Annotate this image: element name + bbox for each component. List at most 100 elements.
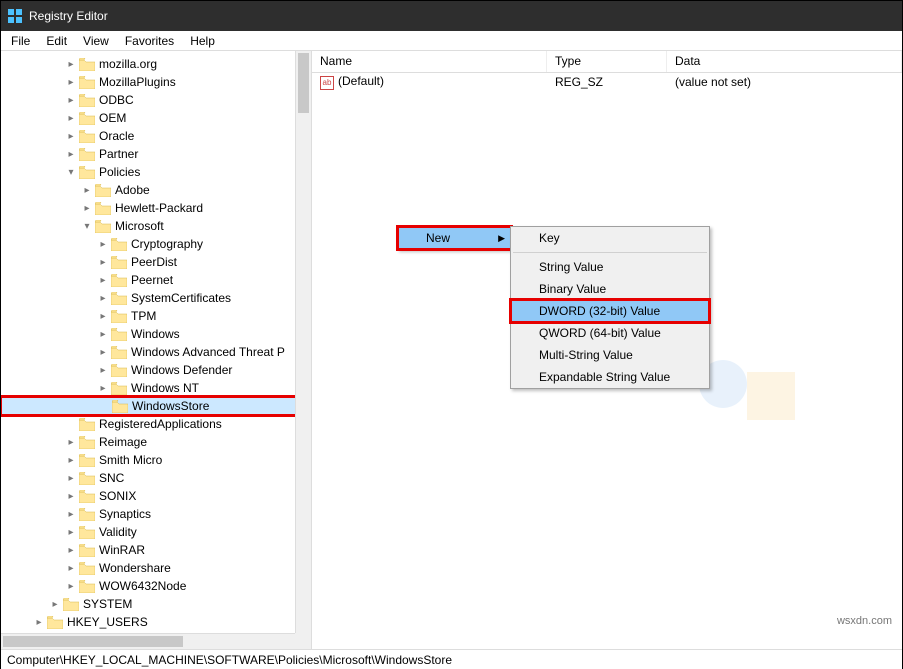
tree-expander-closed[interactable] <box>65 113 77 124</box>
tree-item[interactable]: Oracle <box>1 127 311 145</box>
list-body[interactable]: ab(Default) REG_SZ (value not set) <box>312 73 902 91</box>
tree-expander-closed[interactable] <box>65 95 77 106</box>
menu-help[interactable]: Help <box>182 32 223 50</box>
tree-expander-closed[interactable] <box>65 455 77 466</box>
context-menu-item[interactable]: New▶ <box>398 227 511 249</box>
tree-expander-closed[interactable] <box>97 347 109 358</box>
tree-expander-closed[interactable] <box>65 149 77 160</box>
tree-expander-open[interactable] <box>65 167 77 178</box>
tree-item[interactable]: Partner <box>1 145 311 163</box>
tree-expander-closed[interactable] <box>97 329 109 340</box>
folder-icon <box>95 184 111 197</box>
tree-item[interactable]: SONIX <box>1 487 311 505</box>
tree-item[interactable]: MozillaPlugins <box>1 73 311 91</box>
context-menu-item[interactable]: QWORD (64-bit) Value <box>511 322 709 344</box>
tree-item[interactable]: Windows Advanced Threat P <box>1 343 311 361</box>
tree-item[interactable]: Reimage <box>1 433 311 451</box>
tree-scrollbar-horizontal[interactable] <box>1 633 295 649</box>
tree-item-label: OEM <box>99 111 126 125</box>
tree-item[interactable]: ODBC <box>1 91 311 109</box>
tree-expander-closed[interactable] <box>65 437 77 448</box>
context-submenu-new[interactable]: Key String ValueBinary ValueDWORD (32-bit… <box>510 226 710 389</box>
context-menu-item[interactable]: Expandable String Value <box>511 366 709 388</box>
tree-item[interactable]: SystemCertificates <box>1 289 311 307</box>
tree-expander-closed[interactable] <box>65 77 77 88</box>
tree-item[interactable]: Adobe <box>1 181 311 199</box>
tree-item[interactable]: Smith Micro <box>1 451 311 469</box>
column-header-name[interactable]: Name <box>312 51 547 72</box>
string-value-icon: ab <box>320 76 334 90</box>
menu-view[interactable]: View <box>75 32 117 50</box>
tree-item[interactable]: SNC <box>1 469 311 487</box>
menu-edit[interactable]: Edit <box>38 32 75 50</box>
tree-expander-open[interactable] <box>81 221 93 232</box>
tree-expander-closed[interactable] <box>65 473 77 484</box>
tree-item-label: mozilla.org <box>99 57 157 71</box>
menubar: File Edit View Favorites Help <box>1 31 902 51</box>
tree-expander-closed[interactable] <box>49 599 61 610</box>
tree-item[interactable]: TPM <box>1 307 311 325</box>
context-menu-item[interactable]: DWORD (32-bit) Value <box>511 300 709 322</box>
menu-favorites[interactable]: Favorites <box>117 32 182 50</box>
tree-expander-closed[interactable] <box>65 545 77 556</box>
context-menu-item[interactable]: Binary Value <box>511 278 709 300</box>
tree-item[interactable]: mozilla.org <box>1 55 311 73</box>
tree-expander-closed[interactable] <box>65 527 77 538</box>
tree-expander-closed[interactable] <box>33 617 45 628</box>
tree-expander-closed[interactable] <box>65 131 77 142</box>
tree-item[interactable]: WindowsStore <box>1 397 311 415</box>
tree-expander-closed[interactable] <box>65 563 77 574</box>
tree-item[interactable]: Validity <box>1 523 311 541</box>
tree-item[interactable]: SYSTEM <box>1 595 311 613</box>
folder-icon <box>47 616 63 629</box>
tree-expander-closed[interactable] <box>97 293 109 304</box>
context-menu[interactable]: New▶ KeyString ValueBinary ValueDWORD (3… <box>397 226 512 250</box>
tree-expander-closed[interactable] <box>65 491 77 502</box>
tree-item[interactable]: Windows NT <box>1 379 311 397</box>
tree-expander-closed[interactable] <box>65 581 77 592</box>
tree-expander-closed[interactable] <box>65 59 77 70</box>
context-menu-item[interactable]: Key <box>511 227 709 249</box>
registry-tree[interactable]: mozilla.org MozillaPluginsODBC OEM Oracle Pa… <box>1 51 311 635</box>
tree-item[interactable]: RegisteredApplications <box>1 415 311 433</box>
tree-item[interactable]: Synaptics <box>1 505 311 523</box>
tree-expander-closed[interactable] <box>97 257 109 268</box>
scrollbar-thumb[interactable] <box>3 636 183 647</box>
tree-item[interactable]: Wondershare <box>1 559 311 577</box>
folder-icon <box>111 328 127 341</box>
tree-item[interactable]: Policies <box>1 163 311 181</box>
tree-scrollbar-vertical[interactable] <box>295 51 311 633</box>
tree-item[interactable]: Windows <box>1 325 311 343</box>
tree-expander-closed[interactable] <box>97 311 109 322</box>
list-row[interactable]: ab(Default) REG_SZ (value not set) <box>312 73 902 91</box>
tree-expander-closed[interactable] <box>97 239 109 250</box>
tree-expander-closed[interactable] <box>97 365 109 376</box>
scrollbar-thumb[interactable] <box>298 53 309 113</box>
context-menu-item[interactable]: String Value <box>511 256 709 278</box>
column-header-type[interactable]: Type <box>547 51 667 72</box>
tree-expander-closed[interactable] <box>97 383 109 394</box>
tree-expander-closed[interactable] <box>81 185 93 196</box>
tree-expander-closed[interactable] <box>97 275 109 286</box>
menu-file[interactable]: File <box>3 32 38 50</box>
tree-item[interactable]: OEM <box>1 109 311 127</box>
tree-expander-closed[interactable] <box>81 203 93 214</box>
titlebar: Registry Editor <box>1 1 902 31</box>
context-menu-item[interactable]: Multi-String Value <box>511 344 709 366</box>
tree-item[interactable]: WinRAR <box>1 541 311 559</box>
tree-expander-closed[interactable] <box>65 509 77 520</box>
tree-item-label: Oracle <box>99 129 134 143</box>
tree-item[interactable]: PeerDist <box>1 253 311 271</box>
tree-item[interactable]: Windows Defender <box>1 361 311 379</box>
tree-item[interactable]: WOW6432Node <box>1 577 311 595</box>
tree-item[interactable]: Peernet <box>1 271 311 289</box>
tree-item[interactable]: Cryptography <box>1 235 311 253</box>
list-pane[interactable]: Name Type Data ab(Default) REG_SZ (value… <box>312 51 902 649</box>
value-name-cell[interactable]: ab(Default) <box>312 73 547 91</box>
tree-pane[interactable]: mozilla.org MozillaPluginsODBC OEM Oracle Pa… <box>1 51 312 649</box>
tree-item[interactable]: Hewlett-Packard <box>1 199 311 217</box>
column-header-data[interactable]: Data <box>667 51 902 72</box>
tree-item[interactable]: Microsoft <box>1 217 311 235</box>
tree-item[interactable]: HKEY_USERS <box>1 613 311 631</box>
context-menu-item-label: Key <box>539 231 560 245</box>
